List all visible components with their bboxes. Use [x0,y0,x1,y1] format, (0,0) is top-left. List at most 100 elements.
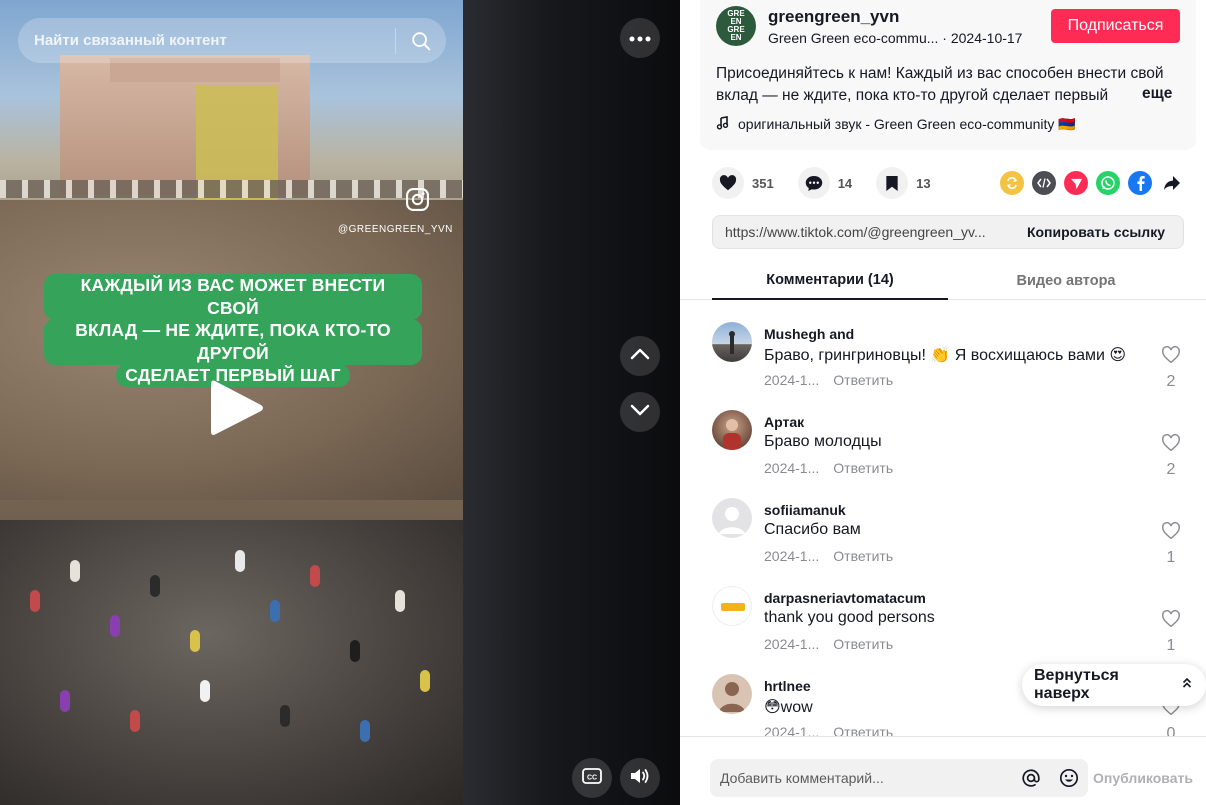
person-figure [150,575,160,597]
speaker-icon [629,766,651,791]
captions-button[interactable]: CC [572,758,612,798]
heart-outline-icon [1161,346,1181,369]
comment-composer: Добавить комментарий... Опубликовать [680,736,1206,805]
volume-button[interactable] [620,758,660,798]
share-link-box: https://www.tiktok.com/@greengreen_yv...… [712,215,1184,249]
heart-outline-icon [1161,522,1181,545]
default-avatar-icon[interactable] [712,498,752,538]
comment-like-button[interactable]: 2 [1158,434,1184,479]
video-url[interactable]: https://www.tiktok.com/@greengreen_yv... [713,224,1009,240]
comment-like-button[interactable]: 1 [1158,610,1184,655]
video-stage: @GREENGREEN_YVN КАЖДЫЙ ИЗ ВАС МОЖЕТ ВНЕС… [0,0,680,805]
video-caption-overlay: КАЖДЫЙ ИЗ ВАС МОЖЕТ ВНЕСТИ СВОЙ ВКЛАД — … [44,274,422,387]
person-figure [70,560,80,582]
comment-like-button[interactable]: 2 [1158,346,1184,391]
avatar[interactable] [712,674,752,714]
chevron-down-icon [630,403,650,421]
person-figure [130,710,140,732]
video-player[interactable]: @GREENGREEN_YVN КАЖДЫЙ ИЗ ВАС МОЖЕТ ВНЕС… [0,0,463,805]
back-to-top-label: Вернуться наверх [1034,667,1119,702]
music-note-icon [716,116,730,133]
whatsapp-icon[interactable] [1096,171,1120,195]
avatar[interactable] [712,322,752,362]
comment-like-count: 1 [1166,549,1176,566]
heart-outline-icon [1161,434,1181,457]
double-chevron-up-icon [1182,676,1192,694]
person-figure [420,670,430,692]
video-scene-fence [0,180,463,198]
emoji-icon[interactable] [1050,768,1088,788]
comment-count: 14 [837,175,853,191]
save-count: 13 [916,175,931,191]
person-figure [280,705,290,727]
chevron-up-icon [630,347,650,365]
comment-input-placeholder: Добавить комментарий... [720,770,884,786]
person-figure [190,630,200,652]
comment-like-button[interactable]: 1 [1158,522,1184,567]
tab-creator-videos[interactable]: Видео автора [948,262,1184,300]
next-video-button[interactable] [620,392,660,432]
comment-button[interactable]: 14 [797,167,853,199]
author-subline: Green Green eco-commu... · 2024-10-17 [768,30,1022,46]
share-arrow-icon[interactable] [1160,171,1184,195]
tab-comments[interactable]: Комментарии (14) [712,262,948,300]
send-to-friends-icon[interactable] [1064,171,1088,195]
comment-author[interactable]: sofiiamanuk [764,502,846,518]
person-figure [270,600,280,622]
reply-button[interactable]: Ответить [833,460,893,476]
person-figure [200,680,210,702]
comment-bubble-icon [797,167,830,199]
action-bar: 351 14 13 [712,167,955,199]
sound-link[interactable]: оригинальный звук - Green Green eco-comm… [716,116,1076,133]
like-button[interactable]: 351 [712,167,774,199]
comment-date: 2024-1... [764,548,820,564]
search-input[interactable]: Найти связанный контент [34,32,395,49]
comment-input[interactable]: Добавить комментарий... [710,759,1088,797]
reply-button[interactable]: Ответить [833,636,893,652]
embed-code-icon[interactable] [1032,171,1056,195]
search-icon[interactable] [396,18,446,63]
closed-captions-icon: CC [582,767,602,789]
repost-icon[interactable] [1000,171,1024,195]
more-options-button[interactable] [620,18,660,58]
mention-icon[interactable] [1012,768,1050,788]
comment-text: thank you good persons [764,609,935,626]
author-username[interactable]: greengreen_yvn [768,7,899,27]
comment-author[interactable]: Артак [764,414,804,430]
comment-item: darpasneriavtomatacum thank you good per… [712,576,1192,664]
copy-link-button[interactable]: Копировать ссылку [1009,224,1183,240]
post-info-card: GRE EN GRE EN greengreen_yvn Green Green… [700,0,1196,150]
previous-video-button[interactable] [620,336,660,376]
post-description: Присоединяйтесь к нам! Каждый из вас спо… [716,65,1164,104]
expand-description-button[interactable]: еще [1142,85,1172,103]
related-search-box[interactable]: Найти связанный контент [18,18,446,63]
person-figure [310,565,320,587]
heart-icon [712,167,744,199]
avatar-logo-text: EN [730,33,742,42]
author-display-name[interactable]: Green Green eco-commu... [768,30,938,46]
comment-author[interactable]: hrtlnee [764,678,811,694]
post-date: · 2024-10-17 [942,30,1023,46]
like-count: 351 [752,175,774,191]
comment-meta: 2024-1... Ответить [764,548,893,564]
caption-line: КАЖДЫЙ ИЗ ВАС МОЖЕТ ВНЕСТИ СВОЙ [44,274,422,320]
comment-like-count: 1 [1166,637,1176,654]
comment-author[interactable]: darpasneriavtomatacum [764,590,926,606]
reply-button[interactable]: Ответить [833,372,893,388]
avatar[interactable] [712,410,752,450]
back-to-top-button[interactable]: Вернуться наверх [1022,664,1206,706]
post-comment-button[interactable]: Опубликовать [1088,759,1198,797]
save-button[interactable]: 13 [876,167,931,199]
play-icon[interactable] [205,375,267,446]
follow-button[interactable]: Подписаться [1051,9,1180,43]
comment-text: Браво молодцы [764,433,882,450]
person-figure [110,615,120,637]
avatar[interactable] [712,586,752,626]
facebook-icon[interactable] [1128,171,1152,195]
video-scene-crowd [0,520,463,805]
comment-author[interactable]: Mushegh and [764,326,854,342]
comment-date: 2024-1... [764,460,820,476]
reply-button[interactable]: Ответить [833,548,893,564]
comment-date: 2024-1... [764,636,820,652]
author-avatar[interactable]: GRE EN GRE EN [716,6,756,46]
